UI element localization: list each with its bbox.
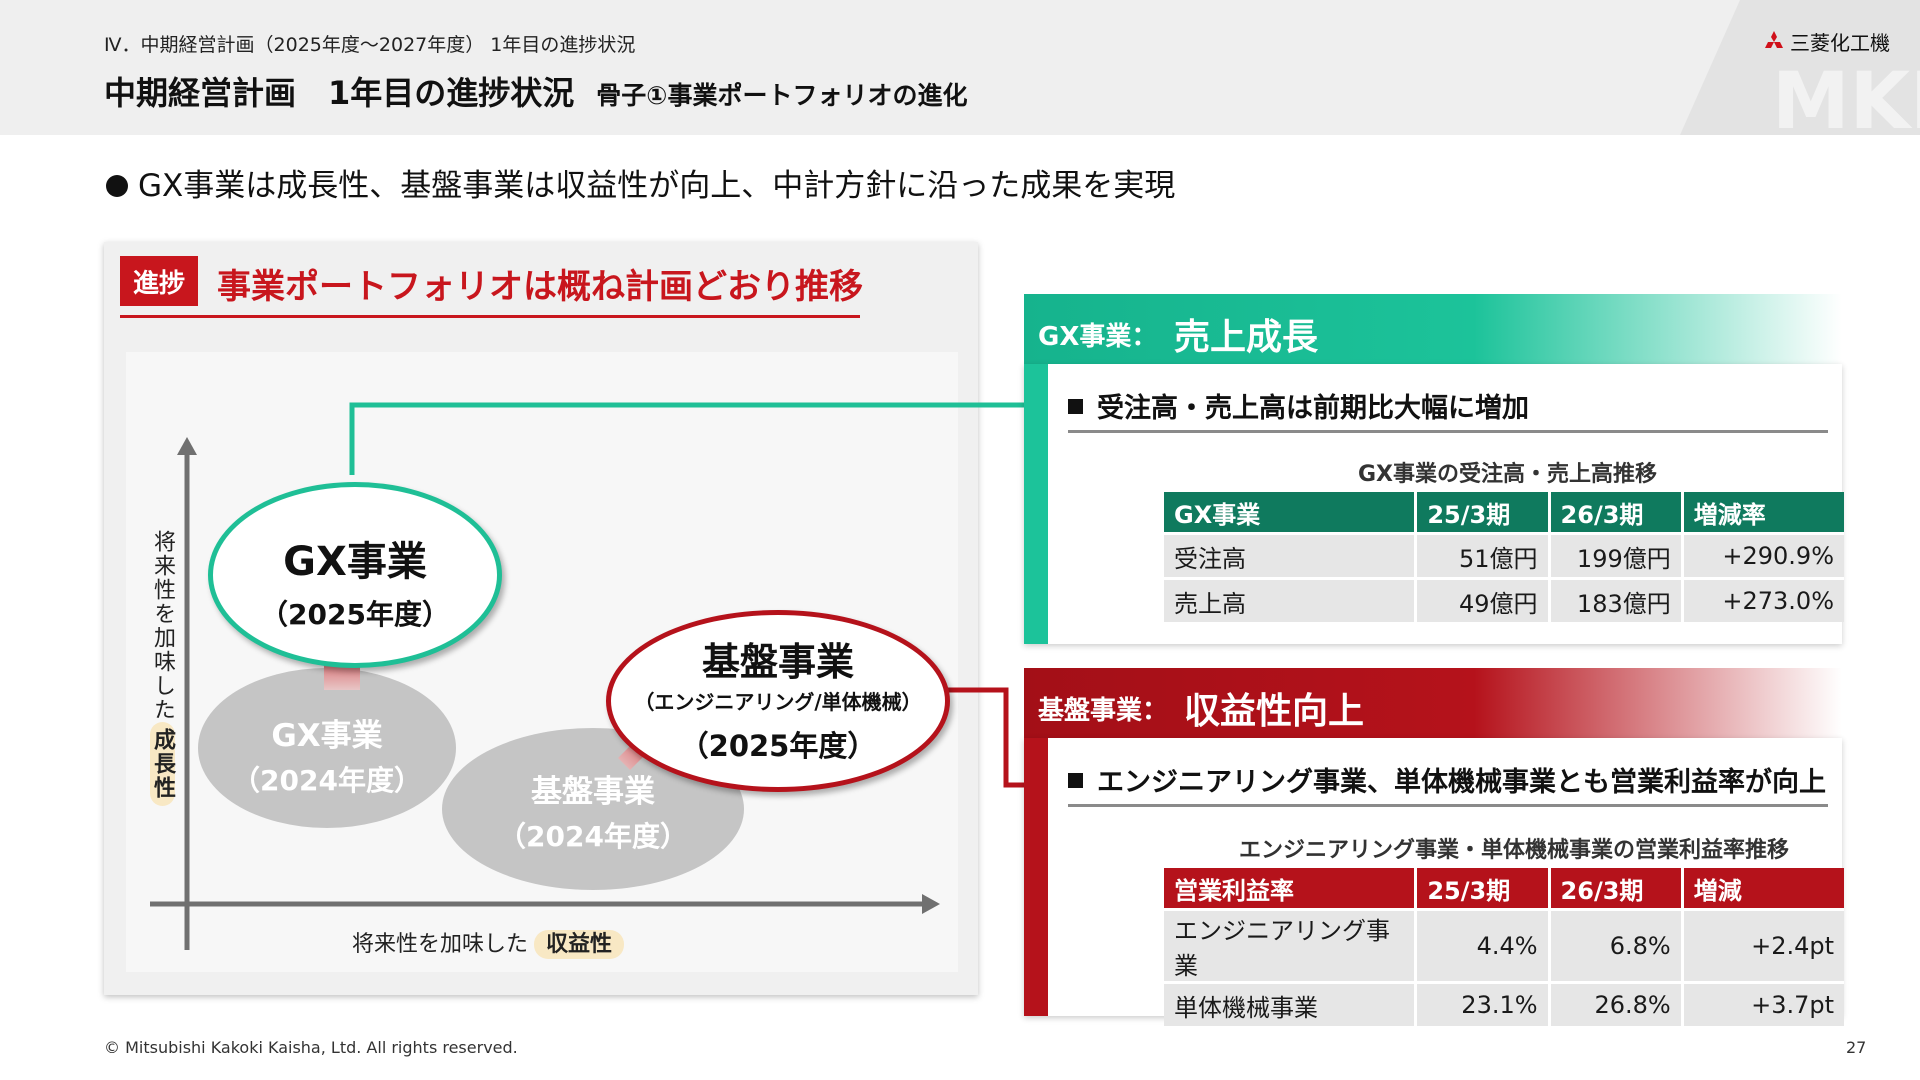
gx-2025-name: GX事業 <box>283 539 427 585</box>
page-number: 27 <box>1846 1038 1867 1057</box>
table-header-cell: 営業利益率 <box>1164 868 1418 910</box>
gx-bullet-underline <box>1068 430 1828 433</box>
gx-section-stripe <box>1024 364 1048 644</box>
copyright: © Mitsubishi Kakoki Kaisha, Ltd. All rig… <box>104 1038 518 1057</box>
gx-2025-oval: GX事業 （2025年度） <box>208 482 502 668</box>
table-cell: +3.7pt <box>1682 981 1844 1026</box>
base-section: 基盤事業： 収益性向上 エンジニアリング事業、単体機械事業とも営業利益率が向上 … <box>1024 668 1844 1026</box>
table-row: 単体機械事業 23.1% 26.8% +3.7pt <box>1164 981 1844 1026</box>
table-cell: 51億円 <box>1415 532 1551 579</box>
base-bullet-text: エンジニアリング事業、単体機械事業とも営業利益率が向上 <box>1097 767 1826 798</box>
table-header-cell: GX事業 <box>1164 492 1418 534</box>
x-axis-label-text: 将来性を加味した <box>352 932 529 957</box>
table-header-cell: 増減率 <box>1682 492 1844 534</box>
table-header-cell: 26/3期 <box>1549 868 1684 910</box>
table-cell: +273.0% <box>1682 577 1844 622</box>
base-section-stripe <box>1024 738 1048 1016</box>
y-axis-label: 将来性を加味した成長性 <box>146 530 178 806</box>
base-section-headline: 収益性向上 <box>1184 691 1365 732</box>
gx-section-label: GX事業： <box>1038 322 1158 352</box>
base-bullet-underline <box>1068 804 1828 807</box>
table-cell: 4.4% <box>1415 908 1551 983</box>
table-cell: 6.8% <box>1549 908 1684 983</box>
table-cell: 23.1% <box>1415 981 1551 1026</box>
table-header-cell: 25/3期 <box>1415 868 1551 910</box>
table-row: 売上高 49億円 183億円 +273.0% <box>1164 577 1844 622</box>
x-axis-label-highlight: 収益性 <box>534 930 625 959</box>
gx-table: GX事業 25/3期 26/3期 増減率 受注高 51億円 199億円 +290… <box>1164 492 1844 622</box>
table-cell: 183億円 <box>1549 577 1684 622</box>
gx-2025-year: （2025年度） <box>260 598 450 631</box>
table-cell: エンジニアリング事業 <box>1164 908 1418 983</box>
gx-section-headline: 売上成長 <box>1174 317 1319 358</box>
table-cell: 26.8% <box>1549 981 1684 1026</box>
gx-section-header: GX事業： 売上成長 <box>1024 294 1842 364</box>
table-header-cell: 26/3期 <box>1549 492 1684 534</box>
base-section-label: 基盤事業： <box>1038 696 1169 726</box>
table-header-row: 営業利益率 25/3期 26/3期 増減 <box>1164 868 1844 910</box>
base-section-body: エンジニアリング事業、単体機械事業とも営業利益率が向上 エンジニアリング事業・単… <box>1024 738 1844 1026</box>
base-table: 営業利益率 25/3期 26/3期 増減 エンジニアリング事業 4.4% 6.8… <box>1164 868 1844 1026</box>
table-header-row: GX事業 25/3期 26/3期 増減率 <box>1164 492 1844 534</box>
table-cell: 49億円 <box>1415 577 1551 622</box>
gx-bullet-text: 受注高・売上高は前期比大幅に増加 <box>1097 393 1529 424</box>
gx-section: GX事業： 売上成長 受注高・売上高は前期比大幅に増加 GX事業の受注高・売上高… <box>1024 294 1844 644</box>
square-bullet-icon <box>1068 773 1083 788</box>
x-axis-label: 将来性を加味した 収益性 <box>352 926 625 959</box>
base-section-header: 基盤事業： 収益性向上 <box>1024 668 1842 738</box>
table-cell: 売上高 <box>1164 577 1418 622</box>
base-bullet: エンジニアリング事業、単体機械事業とも営業利益率が向上 <box>1068 760 1826 799</box>
y-axis-label-text: 将来性を加味した <box>150 530 175 722</box>
base-2025-year: （2025年度） <box>679 729 877 763</box>
gx-bullet: 受注高・売上高は前期比大幅に増加 <box>1068 386 1529 425</box>
y-axis-label-highlight: 成長性 <box>150 722 175 806</box>
base-table-title: エンジニアリング事業・単体機械事業の営業利益率推移 <box>1239 838 1790 863</box>
table-cell: +290.9% <box>1682 532 1844 579</box>
table-cell: +2.4pt <box>1682 908 1844 983</box>
base-2025-name: 基盤事業 <box>701 640 854 684</box>
table-cell: 受注高 <box>1164 532 1418 579</box>
table-cell: 単体機械事業 <box>1164 981 1418 1026</box>
table-row: 受注高 51億円 199億円 +290.9% <box>1164 532 1844 579</box>
table-header-cell: 増減 <box>1682 868 1844 910</box>
table-row: エンジニアリング事業 4.4% 6.8% +2.4pt <box>1164 908 1844 983</box>
square-bullet-icon <box>1068 399 1083 414</box>
gx-section-body: 受注高・売上高は前期比大幅に増加 GX事業の受注高・売上高推移 GX事業 25/… <box>1024 364 1844 644</box>
base-2025-oval: 基盤事業 （エンジニアリング/単体機械） （2025年度） <box>606 610 950 792</box>
table-header-cell: 25/3期 <box>1415 492 1551 534</box>
base-2025-detail: （エンジニアリング/単体機械） <box>634 690 922 714</box>
table-cell: 199億円 <box>1549 532 1684 579</box>
gx-table-title: GX事業の受注高・売上高推移 <box>1358 462 1658 487</box>
